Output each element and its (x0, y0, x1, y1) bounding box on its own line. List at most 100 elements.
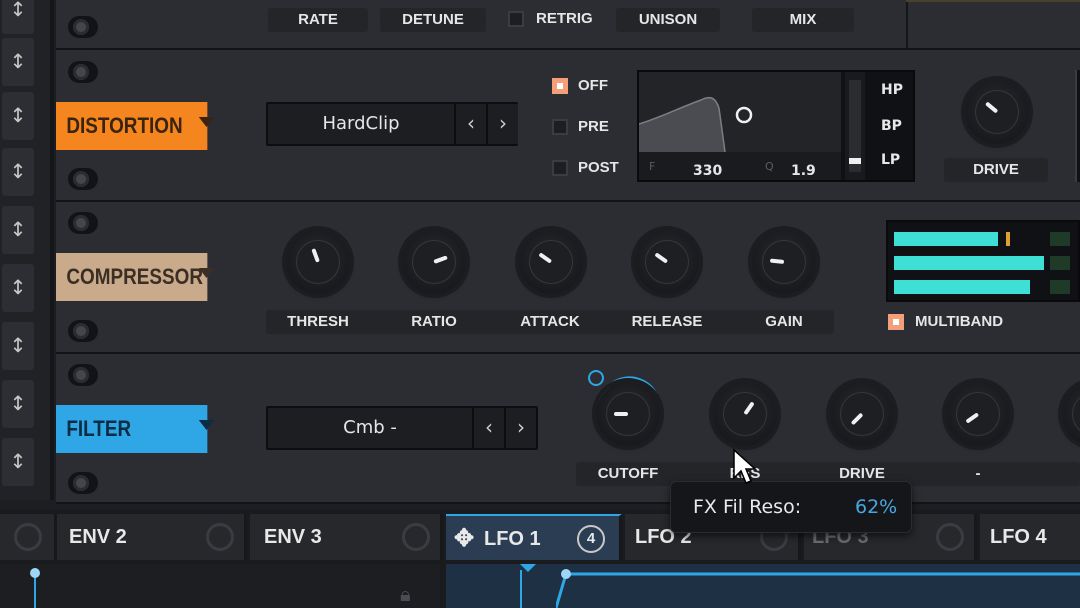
routing-pre-label: PRE (578, 118, 609, 135)
compressor-expand-toggle-icon[interactable] (68, 320, 98, 342)
distortion-title[interactable]: DISTORTION (56, 102, 215, 150)
dial-icon (402, 523, 430, 551)
routing-off-checkbox[interactable] (552, 78, 568, 94)
modulation-source-icon[interactable] (588, 370, 604, 386)
drag-handle-icon[interactable]: ↕ (2, 322, 34, 370)
routing-off-label: OFF (578, 77, 608, 94)
drag-handle-icon[interactable]: ↕ (2, 148, 34, 196)
unison-label: UNISON (616, 8, 720, 32)
output-meter (1075, 70, 1080, 182)
chevron-down-icon (198, 420, 215, 430)
resonance-knob[interactable] (713, 382, 777, 446)
distortion-type-selector[interactable]: HardClip ‹ › (266, 102, 518, 146)
bp-mode-label[interactable]: BP (881, 118, 902, 134)
filter-title[interactable]: FILTER (56, 405, 215, 453)
routing-post-label: POST (578, 159, 619, 176)
mod-count-badge: 4 (577, 525, 605, 553)
drag-handle-icon[interactable]: ↕ (2, 264, 34, 312)
drag-handle-icon[interactable]: ↕ (2, 438, 34, 486)
filter-type-selector[interactable]: Cmb - ‹ › (266, 406, 538, 450)
lock-icon[interactable]: 🔒︎ (400, 582, 422, 606)
lp-mode-label[interactable]: LP (881, 152, 900, 168)
gain-label: GAIN (765, 313, 803, 330)
tab-lfo4[interactable]: LFO 4 (980, 514, 1080, 560)
knob-indicator (538, 252, 553, 264)
detune-label: DETUNE (380, 8, 486, 32)
compressor-power-toggle-icon[interactable] (68, 212, 98, 234)
tab-lfo1[interactable]: ✥ LFO 1 4 (446, 514, 622, 560)
filter-title-text: FILTER (66, 416, 132, 441)
compressor-title[interactable]: COMPRESSOR (56, 253, 215, 301)
q-label: Q (765, 160, 774, 173)
tab-env2[interactable]: ENV 2 (57, 514, 247, 560)
chevron-down-icon (198, 117, 215, 127)
playhead-marker (520, 564, 536, 572)
filter-type-value: Cmb - (268, 408, 472, 448)
mouse-cursor-icon (733, 448, 757, 484)
distortion-type-value: HardClip (268, 104, 454, 144)
frequency-value[interactable]: 330 (693, 163, 722, 179)
drag-handle-icon[interactable]: ↕ (2, 206, 34, 254)
drag-handle-icon[interactable]: ↕ (2, 38, 34, 86)
dial-icon (206, 523, 234, 551)
ratio-knob[interactable] (402, 230, 466, 294)
filter-next-button[interactable]: › (504, 408, 536, 448)
routing-post-checkbox[interactable] (552, 160, 568, 176)
meter-bar-mid (894, 256, 1044, 270)
hp-mode-label[interactable]: HP (881, 82, 903, 98)
meter-bar-low (894, 280, 1030, 294)
filter-mode-slider[interactable] (845, 72, 865, 180)
meter-marker (1006, 232, 1010, 246)
routing-pre-checkbox[interactable] (552, 119, 568, 135)
knob-indicator (743, 401, 755, 416)
distortion-power-toggle-icon[interactable] (68, 61, 98, 83)
distortion-next-button[interactable]: › (486, 104, 518, 144)
ratio-label: RATIO (411, 313, 457, 330)
filter-expand-toggle-icon[interactable] (68, 472, 98, 494)
tab-env3[interactable]: ENV 3 (250, 514, 443, 560)
retrig-checkbox[interactable] (508, 11, 524, 27)
modulation-sidebar: ↕ ↕ ↕ ↕ ↕ ↕ ↕ ↕ ↕ (0, 0, 54, 500)
release-knob[interactable] (635, 230, 699, 294)
attack-knob[interactable] (519, 230, 583, 294)
envelope-point-handle[interactable] (30, 568, 40, 578)
envelope-graph[interactable]: 🔒︎ (0, 564, 440, 608)
distortion-filter-graph[interactable]: F 330 Q 1.9 HP BP LP (637, 70, 915, 182)
knob-indicator (984, 101, 999, 114)
filter-blend-knob[interactable] (946, 382, 1010, 446)
distortion-drive-label: DRIVE (944, 158, 1048, 182)
tooltip-label: FX Fil Reso: (693, 496, 802, 518)
release-label: RELEASE (631, 313, 703, 330)
dial-icon (936, 523, 964, 551)
distortion-title-text: DISTORTION (66, 113, 183, 138)
lfo-shape (556, 569, 1080, 608)
chorus-power-toggle-icon[interactable] (68, 16, 98, 38)
tooltip-value: 62% (855, 496, 898, 518)
filter-prev-button[interactable]: ‹ (472, 408, 504, 448)
distortion-expand-toggle-icon[interactable] (68, 168, 98, 190)
multiband-label: MULTIBAND (915, 313, 1004, 330)
meter-bar-high (894, 232, 998, 246)
tab-label: ENV 2 (69, 526, 127, 548)
distortion-prev-button[interactable]: ‹ (454, 104, 486, 144)
knob-indicator (965, 412, 980, 424)
parameter-tooltip: FX Fil Reso: 62% (670, 481, 912, 533)
rate-label: RATE (268, 8, 368, 32)
filter-power-toggle-icon[interactable] (68, 364, 98, 386)
filter-drive-knob[interactable] (830, 382, 894, 446)
thresh-knob[interactable] (286, 230, 350, 294)
knob-indicator (311, 248, 320, 263)
drag-handle-icon[interactable]: ↕ (2, 380, 34, 428)
lfo-graph[interactable] (446, 564, 1080, 608)
cutoff-knob[interactable] (596, 382, 660, 446)
drag-handle-icon[interactable]: ↕ (2, 0, 34, 34)
distortion-drive-knob[interactable] (965, 80, 1029, 144)
mix-label: MIX (752, 8, 854, 32)
drag-handle-icon[interactable]: ↕ (2, 92, 34, 140)
gain-knob[interactable] (752, 230, 816, 294)
tab-env1[interactable] (0, 514, 57, 560)
q-value[interactable]: 1.9 (791, 163, 816, 179)
filter-mode-handle[interactable] (849, 158, 861, 164)
multiband-checkbox[interactable] (888, 314, 904, 330)
move-drag-icon[interactable]: ✥ (454, 516, 474, 562)
